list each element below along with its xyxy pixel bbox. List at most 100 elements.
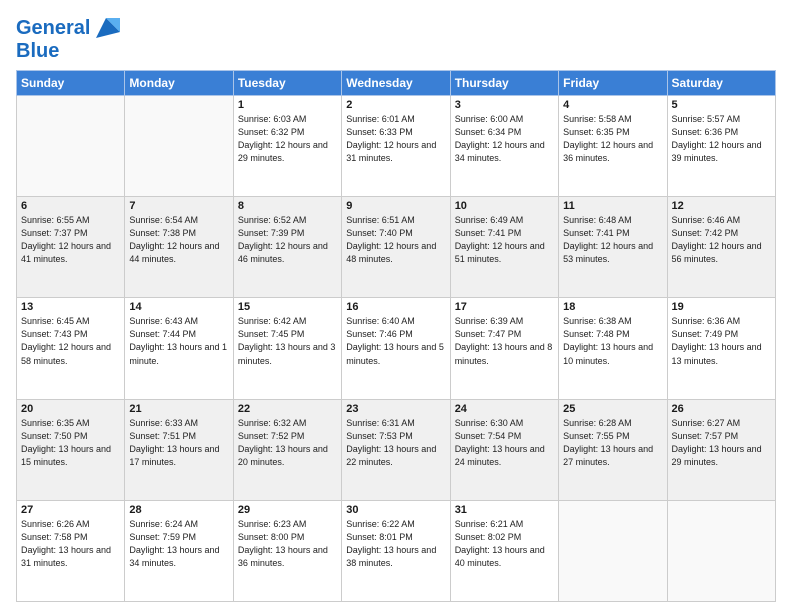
day-info: Sunrise: 6:27 AMSunset: 7:57 PMDaylight:… bbox=[672, 417, 771, 469]
calendar-cell: 15Sunrise: 6:42 AMSunset: 7:45 PMDayligh… bbox=[233, 298, 341, 399]
day-number: 31 bbox=[455, 504, 554, 516]
day-number: 12 bbox=[672, 200, 771, 212]
calendar-cell: 4 Sunrise: 5:58 AMSunset: 6:35 PMDaylight… bbox=[559, 96, 667, 197]
calendar-cell: 10 Sunrise: 6:49 AMSunset: 7:41 PMDayligh… bbox=[450, 197, 558, 298]
calendar-cell: 12 Sunrise: 6:46 AMSunset: 7:42 PMDayligh… bbox=[667, 197, 775, 298]
day-header-tuesday: Tuesday bbox=[233, 71, 341, 96]
day-number: 10 bbox=[455, 200, 554, 212]
day-info: Sunrise: 6:31 AMSunset: 7:53 PMDaylight:… bbox=[346, 417, 445, 469]
day-info: Sunrise: 6:30 AMSunset: 7:54 PMDaylight:… bbox=[455, 417, 554, 469]
calendar-cell: 25 Sunrise: 6:28 AMSunset: 7:55 PMDayligh… bbox=[559, 399, 667, 500]
day-info: Sunrise: 6:32 AMSunset: 7:52 PMDaylight:… bbox=[238, 417, 337, 469]
logo: General Blue bbox=[16, 14, 120, 62]
day-header-monday: Monday bbox=[125, 71, 233, 96]
day-info: Sunrise: 6:38 AMSunset: 7:48 PMDaylight:… bbox=[563, 315, 662, 367]
day-number: 13 bbox=[21, 301, 120, 313]
day-number: 4 bbox=[563, 99, 662, 111]
calendar-cell: 5 Sunrise: 5:57 AMSunset: 6:36 PMDaylight… bbox=[667, 96, 775, 197]
day-number: 16 bbox=[346, 301, 445, 313]
day-number: 9 bbox=[346, 200, 445, 212]
day-number: 8 bbox=[238, 200, 337, 212]
day-info: Sunrise: 6:24 AMSunset: 7:59 PMDaylight:… bbox=[129, 518, 228, 570]
day-header-friday: Friday bbox=[559, 71, 667, 96]
calendar-cell: 19 Sunrise: 6:36 AMSunset: 7:49 PMDayligh… bbox=[667, 298, 775, 399]
logo-blue: Blue bbox=[16, 40, 59, 62]
calendar-cell: 11Sunrise: 6:48 AMSunset: 7:41 PMDayligh… bbox=[559, 197, 667, 298]
day-number: 2 bbox=[346, 99, 445, 111]
calendar-cell: 24 Sunrise: 6:30 AMSunset: 7:54 PMDayligh… bbox=[450, 399, 558, 500]
logo-icon bbox=[92, 14, 120, 42]
calendar-cell: 7 Sunrise: 6:54 AMSunset: 7:38 PMDaylight… bbox=[125, 197, 233, 298]
day-number: 30 bbox=[346, 504, 445, 516]
calendar-cell: 28Sunrise: 6:24 AMSunset: 7:59 PMDayligh… bbox=[125, 500, 233, 601]
calendar-week-5: 27Sunrise: 6:26 AMSunset: 7:58 PMDayligh… bbox=[17, 500, 776, 601]
day-number: 29 bbox=[238, 504, 337, 516]
calendar-week-4: 20 Sunrise: 6:35 AMSunset: 7:50 PMDayligh… bbox=[17, 399, 776, 500]
header: General Blue bbox=[16, 10, 776, 62]
calendar-cell: 31Sunrise: 6:21 AMSunset: 8:02 PMDayligh… bbox=[450, 500, 558, 601]
calendar-week-2: 6 Sunrise: 6:55 AMSunset: 7:37 PMDaylight… bbox=[17, 197, 776, 298]
day-number: 18 bbox=[563, 301, 662, 313]
day-number: 24 bbox=[455, 403, 554, 415]
day-info: Sunrise: 6:54 AMSunset: 7:38 PMDaylight:… bbox=[129, 214, 228, 266]
calendar-cell: 14 Sunrise: 6:43 AMSunset: 7:44 PMDayligh… bbox=[125, 298, 233, 399]
day-info: Sunrise: 6:49 AMSunset: 7:41 PMDaylight:… bbox=[455, 214, 554, 266]
day-info: Sunrise: 6:26 AMSunset: 7:58 PMDaylight:… bbox=[21, 518, 120, 570]
day-info: Sunrise: 6:00 AMSunset: 6:34 PMDaylight:… bbox=[455, 113, 554, 165]
calendar-cell bbox=[559, 500, 667, 601]
day-number: 6 bbox=[21, 200, 120, 212]
calendar-cell: 3 Sunrise: 6:00 AMSunset: 6:34 PMDaylight… bbox=[450, 96, 558, 197]
day-info: Sunrise: 6:51 AMSunset: 7:40 PMDaylight:… bbox=[346, 214, 445, 266]
day-info: Sunrise: 6:45 AMSunset: 7:43 PMDaylight:… bbox=[21, 315, 120, 367]
day-info: Sunrise: 6:46 AMSunset: 7:42 PMDaylight:… bbox=[672, 214, 771, 266]
day-number: 7 bbox=[129, 200, 228, 212]
day-header-thursday: Thursday bbox=[450, 71, 558, 96]
calendar-cell: 22 Sunrise: 6:32 AMSunset: 7:52 PMDayligh… bbox=[233, 399, 341, 500]
day-number: 25 bbox=[563, 403, 662, 415]
day-info: Sunrise: 6:40 AMSunset: 7:46 PMDaylight:… bbox=[346, 315, 445, 367]
day-number: 15 bbox=[238, 301, 337, 313]
day-info: Sunrise: 5:57 AMSunset: 6:36 PMDaylight:… bbox=[672, 113, 771, 165]
calendar-cell: 9 Sunrise: 6:51 AMSunset: 7:40 PMDaylight… bbox=[342, 197, 450, 298]
calendar-week-3: 13 Sunrise: 6:45 AMSunset: 7:43 PMDayligh… bbox=[17, 298, 776, 399]
day-info: Sunrise: 6:39 AMSunset: 7:47 PMDaylight:… bbox=[455, 315, 554, 367]
calendar-cell: 8Sunrise: 6:52 AMSunset: 7:39 PMDaylight… bbox=[233, 197, 341, 298]
calendar-cell: 30 Sunrise: 6:22 AMSunset: 8:01 PMDayligh… bbox=[342, 500, 450, 601]
day-info: Sunrise: 6:22 AMSunset: 8:01 PMDaylight:… bbox=[346, 518, 445, 570]
day-number: 23 bbox=[346, 403, 445, 415]
calendar-cell: 26 Sunrise: 6:27 AMSunset: 7:57 PMDayligh… bbox=[667, 399, 775, 500]
calendar-cell bbox=[125, 96, 233, 197]
calendar-cell: 13 Sunrise: 6:45 AMSunset: 7:43 PMDayligh… bbox=[17, 298, 125, 399]
day-header-wednesday: Wednesday bbox=[342, 71, 450, 96]
day-number: 5 bbox=[672, 99, 771, 111]
day-number: 22 bbox=[238, 403, 337, 415]
calendar-cell: 21Sunrise: 6:33 AMSunset: 7:51 PMDayligh… bbox=[125, 399, 233, 500]
day-number: 3 bbox=[455, 99, 554, 111]
day-info: Sunrise: 6:36 AMSunset: 7:49 PMDaylight:… bbox=[672, 315, 771, 367]
calendar-cell: 6 Sunrise: 6:55 AMSunset: 7:37 PMDaylight… bbox=[17, 197, 125, 298]
calendar-cell: 23 Sunrise: 6:31 AMSunset: 7:53 PMDayligh… bbox=[342, 399, 450, 500]
day-number: 26 bbox=[672, 403, 771, 415]
day-info: Sunrise: 6:03 AMSunset: 6:32 PMDaylight:… bbox=[238, 113, 337, 165]
page: General Blue SundayMondayTuesdayWednesda… bbox=[0, 0, 792, 612]
day-info: Sunrise: 6:28 AMSunset: 7:55 PMDaylight:… bbox=[563, 417, 662, 469]
day-info: Sunrise: 6:23 AMSunset: 8:00 PMDaylight:… bbox=[238, 518, 337, 570]
day-header-saturday: Saturday bbox=[667, 71, 775, 96]
day-number: 14 bbox=[129, 301, 228, 313]
day-number: 19 bbox=[672, 301, 771, 313]
calendar-cell: 2Sunrise: 6:01 AMSunset: 6:33 PMDaylight… bbox=[342, 96, 450, 197]
calendar: SundayMondayTuesdayWednesdayThursdayFrid… bbox=[16, 70, 776, 602]
day-number: 21 bbox=[129, 403, 228, 415]
day-number: 11 bbox=[563, 200, 662, 212]
calendar-cell: 1Sunrise: 6:03 AMSunset: 6:32 PMDaylight… bbox=[233, 96, 341, 197]
calendar-cell: 16 Sunrise: 6:40 AMSunset: 7:46 PMDayligh… bbox=[342, 298, 450, 399]
day-info: Sunrise: 5:58 AMSunset: 6:35 PMDaylight:… bbox=[563, 113, 662, 165]
calendar-cell: 17Sunrise: 6:39 AMSunset: 7:47 PMDayligh… bbox=[450, 298, 558, 399]
day-info: Sunrise: 6:35 AMSunset: 7:50 PMDaylight:… bbox=[21, 417, 120, 469]
logo-general: General bbox=[16, 17, 90, 39]
day-info: Sunrise: 6:43 AMSunset: 7:44 PMDaylight:… bbox=[129, 315, 228, 367]
calendar-cell: 29 Sunrise: 6:23 AMSunset: 8:00 PMDayligh… bbox=[233, 500, 341, 601]
day-info: Sunrise: 6:55 AMSunset: 7:37 PMDaylight:… bbox=[21, 214, 120, 266]
calendar-cell: 18 Sunrise: 6:38 AMSunset: 7:48 PMDayligh… bbox=[559, 298, 667, 399]
day-number: 20 bbox=[21, 403, 120, 415]
